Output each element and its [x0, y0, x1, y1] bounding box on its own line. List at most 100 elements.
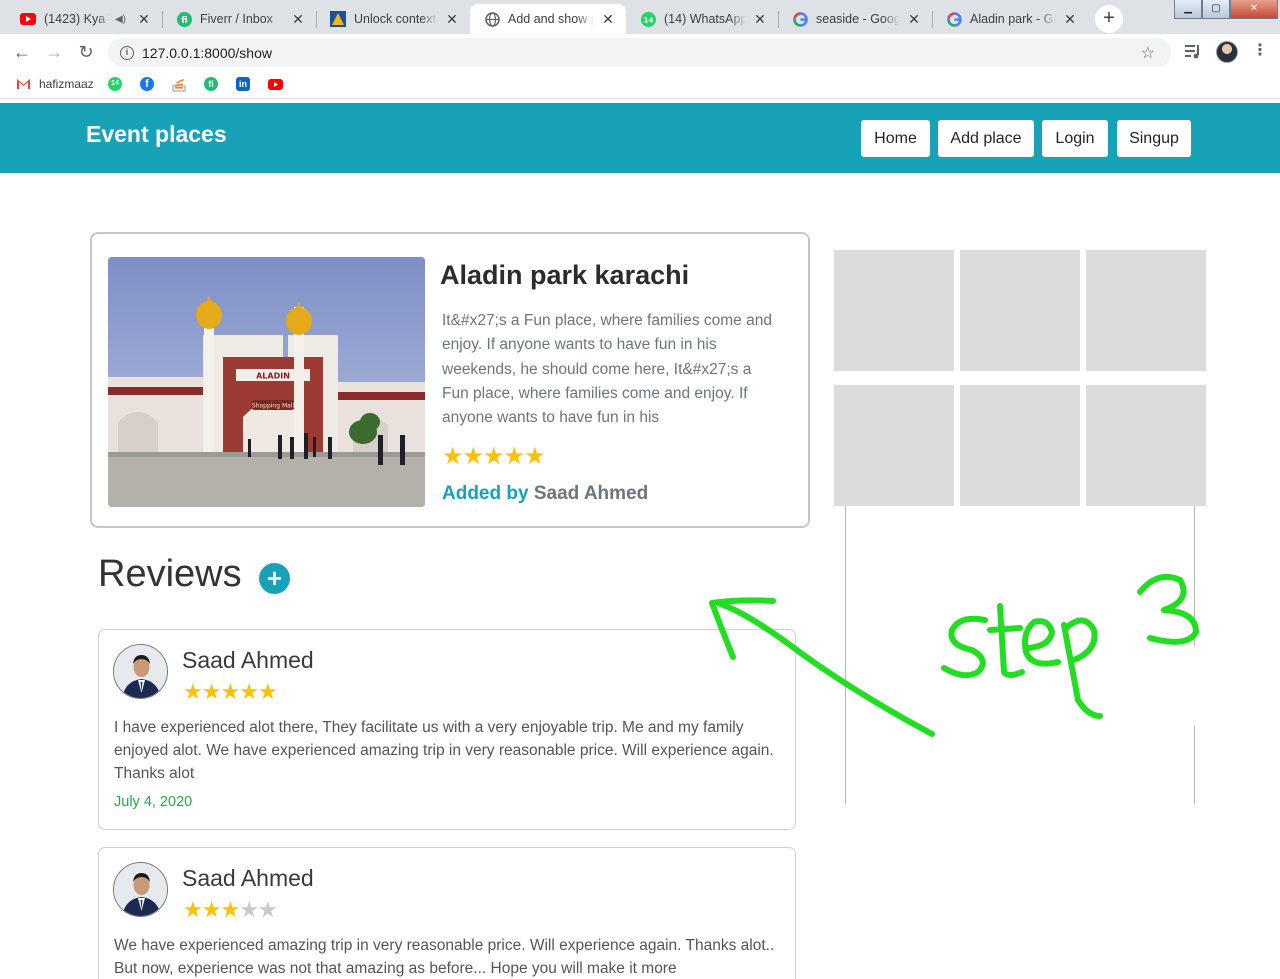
star-icon: ★ [220, 897, 240, 922]
facebook-icon: f [140, 77, 154, 91]
star-icon: ★ [524, 443, 545, 470]
close-icon[interactable]: ✕ [444, 11, 460, 28]
added-by-name: Saad Ahmed [533, 483, 649, 504]
avatar [113, 644, 168, 699]
bookmark-youtube[interactable] [268, 76, 283, 92]
star-icon: ★ [503, 443, 525, 470]
fiverr-icon: fi [176, 11, 192, 27]
star-empty-icon: ★ [257, 897, 278, 922]
screen: (1423) Kya Tl ◀) ✕ fi Fiverr / Inbox ✕ U… [0, 0, 1280, 979]
star-icon: ★ [183, 897, 203, 922]
gallery-image[interactable] [960, 385, 1080, 506]
star-icon: ★ [201, 679, 222, 704]
bookmark-whatsapp[interactable]: 14 [108, 76, 132, 92]
added-by-label: Added by [442, 483, 529, 504]
close-window-button[interactable]: ✕ [1230, 0, 1278, 19]
close-icon[interactable]: ✕ [906, 11, 922, 28]
minimize-button[interactable]: ▁ [1174, 0, 1202, 19]
star-icon: ★ [257, 679, 278, 704]
speaker-icon[interactable]: ◀) [115, 14, 126, 25]
youtube-icon [268, 78, 283, 90]
tab-title: Add and show pl [508, 12, 594, 26]
browser-toolbar: ← → ↻ i 127.0.0.1:8000/show ☆ [0, 34, 1280, 70]
place-card: ALADIN Shopping Mall Aladin park karachi… [90, 232, 810, 528]
profile-avatar[interactable] [1216, 41, 1238, 63]
add-review-button[interactable]: + [259, 563, 290, 594]
site-icon [330, 11, 346, 27]
sidebar-border-left [845, 506, 846, 804]
reload-icon[interactable]: ↻ [74, 40, 98, 64]
linkedin-icon: in [236, 77, 250, 91]
bookmark-linkedin[interactable]: in [236, 76, 260, 92]
reviews-heading: Reviews [98, 553, 242, 595]
review-date: July 4, 2020 [114, 794, 193, 810]
reviewer-name: Saad Ahmed [182, 865, 314, 891]
star-icon: ★ [220, 679, 240, 704]
star-icon: ★ [183, 679, 203, 704]
gmail-icon [17, 79, 30, 89]
svg-text:fi: fi [181, 16, 188, 26]
tab-title: Unlock context-r [354, 12, 438, 26]
bookmark-fiverr[interactable]: fi [204, 76, 228, 92]
gallery-image[interactable] [834, 385, 954, 506]
bookmark-gmail[interactable]: hafizmaaz [16, 76, 94, 92]
tab-title: Fiverr / Inbox [200, 12, 273, 26]
gallery-image[interactable] [834, 250, 954, 371]
bookmark-facebook[interactable]: f [140, 76, 164, 92]
close-icon[interactable]: ✕ [1062, 11, 1078, 28]
address-bar[interactable]: i 127.0.0.1:8000/show ☆ [108, 38, 1171, 67]
star-icon: ★ [483, 443, 504, 470]
gallery-image[interactable] [1086, 250, 1206, 371]
close-icon[interactable]: ✕ [600, 11, 616, 28]
sidebar-border-right [1194, 506, 1195, 646]
reviewer-name: Saad Ahmed [182, 647, 314, 673]
tab-title: seaside - Google [816, 12, 900, 26]
whatsapp-icon: 14 [108, 77, 122, 91]
star-empty-icon: ★ [239, 897, 259, 922]
gallery-image[interactable] [960, 250, 1080, 371]
svg-text:Shopping Mall: Shopping Mall [252, 403, 295, 410]
review-card: Saad Ahmed ★★★★★ I have experienced alot… [98, 629, 796, 830]
nav-home-button[interactable]: Home [861, 120, 930, 157]
maximize-button[interactable]: ▢ [1202, 0, 1230, 19]
tab-add-and-show[interactable]: Add and show pl ✕ [470, 4, 626, 34]
close-icon[interactable]: ✕ [290, 11, 306, 28]
media-control-icon[interactable] [1184, 42, 1202, 60]
tab-seaside-google[interactable]: seaside - Google ✕ [778, 4, 932, 34]
tab-whatsapp[interactable]: 14 (14) WhatsApp ✕ [626, 4, 778, 34]
nav-add-place-button[interactable]: Add place [938, 120, 1034, 157]
tab-unlock[interactable]: Unlock context-r ✕ [316, 4, 470, 34]
added-by: Added by Saad Ahmed [442, 483, 648, 505]
svg-text:ALADIN: ALADIN [256, 372, 290, 381]
bookmark-stackoverflow[interactable] [172, 76, 186, 92]
star-icon: ★ [239, 679, 259, 704]
tab-fiverr[interactable]: fi Fiverr / Inbox ✕ [162, 4, 316, 34]
nav-signup-button[interactable]: Singup [1117, 120, 1191, 157]
place-photo: ALADIN Shopping Mall [108, 257, 425, 507]
info-icon[interactable]: i [120, 45, 134, 60]
close-icon[interactable]: ✕ [752, 11, 768, 28]
bookmark-star-icon[interactable]: ☆ [1141, 43, 1155, 63]
tab-title: Aladin park - Goo [970, 12, 1056, 26]
review-text: I have experienced alot there, They faci… [114, 719, 774, 782]
sidebar-border-right [1194, 726, 1195, 804]
menu-icon[interactable]: ⋮ [1252, 42, 1268, 60]
site-navbar: Event places Home Add place Login Singup [0, 103, 1280, 173]
nav-login-button[interactable]: Login [1042, 120, 1108, 157]
back-icon[interactable]: ← [10, 40, 34, 64]
brand-logo[interactable]: Event places [86, 121, 227, 148]
review-text: We have experienced amazing trip in very… [114, 937, 775, 977]
fiverr-icon: fi [204, 77, 218, 91]
tab-youtube[interactable]: (1423) Kya Tl ◀) ✕ [6, 4, 162, 34]
gallery-image[interactable] [1086, 385, 1206, 506]
bookmark-label: hafizmaaz [39, 77, 94, 91]
star-icon: ★ [462, 443, 484, 470]
forward-icon[interactable]: → [42, 40, 66, 64]
tab-aladin-google[interactable]: Aladin park - Goo ✕ [932, 4, 1088, 34]
url-text: 127.0.0.1:8000/show [142, 44, 272, 61]
tab-title: (1423) Kya Tl [44, 12, 111, 26]
new-tab-button[interactable]: + [1095, 5, 1123, 33]
tab-strip: (1423) Kya Tl ◀) ✕ fi Fiverr / Inbox ✕ U… [0, 0, 1280, 34]
close-icon[interactable]: ✕ [136, 11, 152, 28]
globe-icon [484, 11, 500, 27]
